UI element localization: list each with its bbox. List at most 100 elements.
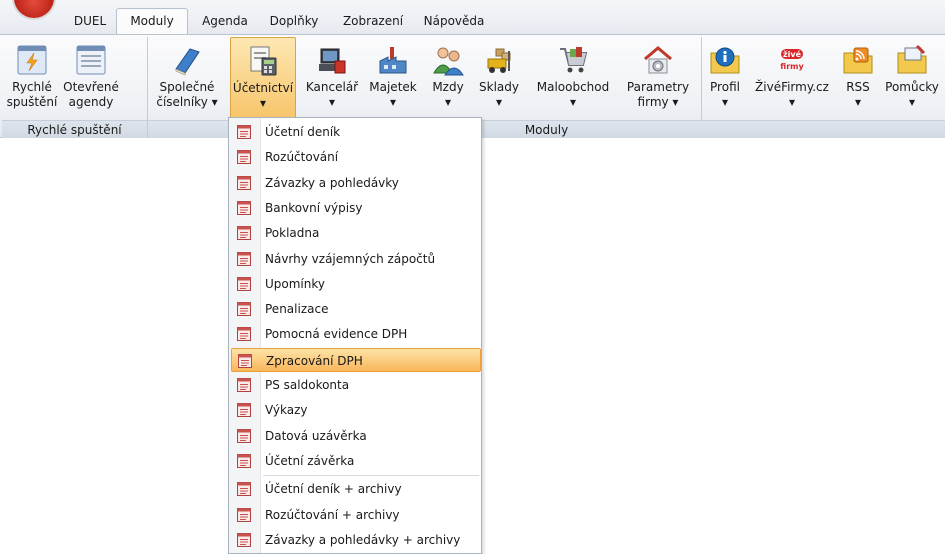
button-label: Kancelář [305,80,359,94]
button-label: Otevřené [63,80,119,94]
tab-moduly[interactable]: Moduly [116,8,188,34]
menu-item-bankovni-vypisy[interactable]: Bankovní výpisy [231,196,481,220]
menu-item-label: Pokladna [265,226,320,241]
menu-item-zavazky-a-pohledavky-archivy[interactable]: Závazky a pohledávky + archivy [231,528,481,552]
menu-item-ucetni-zaverka[interactable]: Účetní závěrka [231,449,481,473]
agenda-form-icon [237,175,251,190]
rychle-spusteni-button[interactable]: Rychlé spuštění [6,37,58,119]
app-menu-orb[interactable] [14,0,54,18]
mzdy-button[interactable]: Mzdy ▾ [428,37,468,119]
menu-item-label: Upomínky [265,276,325,291]
menu-item-navrhy-vzajemnych-zapoctu[interactable]: Návrhy vzájemných zápočtů [231,247,481,271]
menu-item-label: Pomocná evidence DPH [265,327,408,342]
agenda-form-icon [237,403,251,418]
menu-item-datova-uzaverka[interactable]: Datová uzávěrka [231,424,481,448]
button-label: Maloobchod [536,80,610,94]
tab-napoveda[interactable]: Nápověda [418,10,490,34]
agenda-form-icon [237,482,251,497]
menu-item-ucetni-denik-archivy[interactable]: Účetní deník + archivy [231,477,481,501]
button-label: ▾ [721,95,729,109]
profil-button[interactable]: Profil ▾ [704,37,746,119]
button-label: firmy ▾ [637,95,679,109]
accounting-icon [250,46,277,76]
button-label: spuštění [6,95,58,109]
agenda-form-icon [237,532,251,547]
button-label: ▾ [389,95,397,109]
info-folder-icon [710,47,740,74]
otevrene-agendy-button[interactable]: Otevřené agendy [60,37,122,119]
agenda-form-icon [237,378,251,392]
tools-folder-icon [897,44,927,74]
menu-item-vykazy[interactable]: Výkazy [231,398,481,422]
agenda-form-icon [237,251,251,266]
parametry-firmy-button[interactable]: Parametry firmy ▾ [620,37,696,119]
firmy-logo-text: firmy [780,62,804,71]
spolecne-ciselniky-button[interactable]: Společné číselníky ▾ [151,37,223,119]
button-label: ▾ [569,95,577,109]
zive-logo-text: živé [783,49,802,59]
menu-item-pomocna-evidence-dph[interactable]: Pomocná evidence DPH [231,322,481,346]
agenda-form-icon [237,150,251,165]
menu-item-ps-saldokonta[interactable]: PS saldokonta [231,373,481,397]
menu-item-upominky[interactable]: Upomínky [231,272,481,296]
tab-agenda[interactable]: Agenda [193,10,257,34]
majetek-button[interactable]: Majetek ▾ [366,37,420,119]
button-label: Účetnictví [232,81,294,95]
window-list-icon [76,45,106,75]
agenda-form-icon [237,302,251,317]
tab-doplnky[interactable]: Doplňky [260,10,328,34]
button-label: Mzdy [432,80,464,94]
rss-button[interactable]: RSS ▾ [838,37,878,119]
house-gear-icon [644,46,672,74]
menu-item-label: Účetní deník + archivy [265,482,402,497]
tab-duel[interactable]: DUEL [62,10,118,34]
button-label: ▾ [495,95,503,109]
menu-item-pokladna[interactable]: Pokladna [231,221,481,245]
menu-item-label: Výkazy [265,403,308,418]
agenda-form-icon [237,453,251,468]
kancelar-button[interactable]: Kancelář ▾ [302,37,362,119]
sklady-button[interactable]: Sklady ▾ [474,37,524,119]
menu-item-ucetni-denik[interactable]: Účetní deník [231,120,481,144]
menu-item-rozuctovani-archivy[interactable]: Rozúčtování + archivy [231,503,481,527]
menu-item-zavazky-a-pohledavky[interactable]: Závazky a pohledávky [231,171,481,195]
menu-item-label: Datová uzávěrka [265,428,367,443]
group-label-rychle-spusteni: Rychlé spuštění [2,120,147,138]
menu-item-label: PS saldokonta [265,378,350,392]
button-label: Profil [710,80,740,94]
button-label: Rychlé [12,80,52,94]
button-label: ▾ [328,95,336,109]
menu-item-label: Penalizace [265,302,329,317]
agenda-form-icon [237,428,251,443]
menu-item-label: Rozúčtování + archivy [265,507,400,522]
zivefirmy-logo-icon: živé firmy [780,49,804,71]
tab-zobrazeni[interactable]: Zobrazení [335,10,411,34]
menu-item-label: Účetní závěrka [265,453,355,468]
button-label: číselníky ▾ [156,95,218,109]
menu-item-penalizace[interactable]: Penalizace [231,297,481,321]
ucetnictvi-button[interactable]: Účetnictví ▾ [230,37,296,119]
pomucky-button[interactable]: Pomůcky ▾ [880,37,944,119]
button-label: ▾ [854,95,862,109]
book-icon [175,48,200,76]
agenda-form-icon [237,125,251,139]
lightning-icon [17,45,47,75]
agenda-form-icon [237,327,251,342]
menu-item-label: Zpracování DPH [266,353,363,368]
rss-folder-icon [843,47,873,74]
button-label: agendy [68,95,114,109]
maloobchod-button[interactable]: Maloobchod ▾ [532,37,614,119]
forklift-icon [487,48,511,73]
menu-item-label: Závazky a pohledávky [265,175,399,190]
menu-item-label: Závazky a pohledávky + archivy [265,532,461,547]
ribbon-tab-strip: DUEL Moduly Agenda Doplňky Zobrazení Náp… [0,0,945,34]
office-icon [319,48,346,74]
button-label: Pomůcky [885,80,939,94]
menu-item-zpracovani-dph[interactable]: Zpracování DPH [231,347,481,372]
agenda-form-icon [238,353,252,368]
button-label: ▾ [444,95,452,109]
menu-item-rozuctovani[interactable]: Rozúčtování [231,145,481,169]
zivefirmy-button[interactable]: živé firmy ŽivéFirmy.cz ▾ [752,37,832,119]
button-label: Majetek [369,80,417,94]
menu-item-label: Účetní deník [265,125,341,139]
